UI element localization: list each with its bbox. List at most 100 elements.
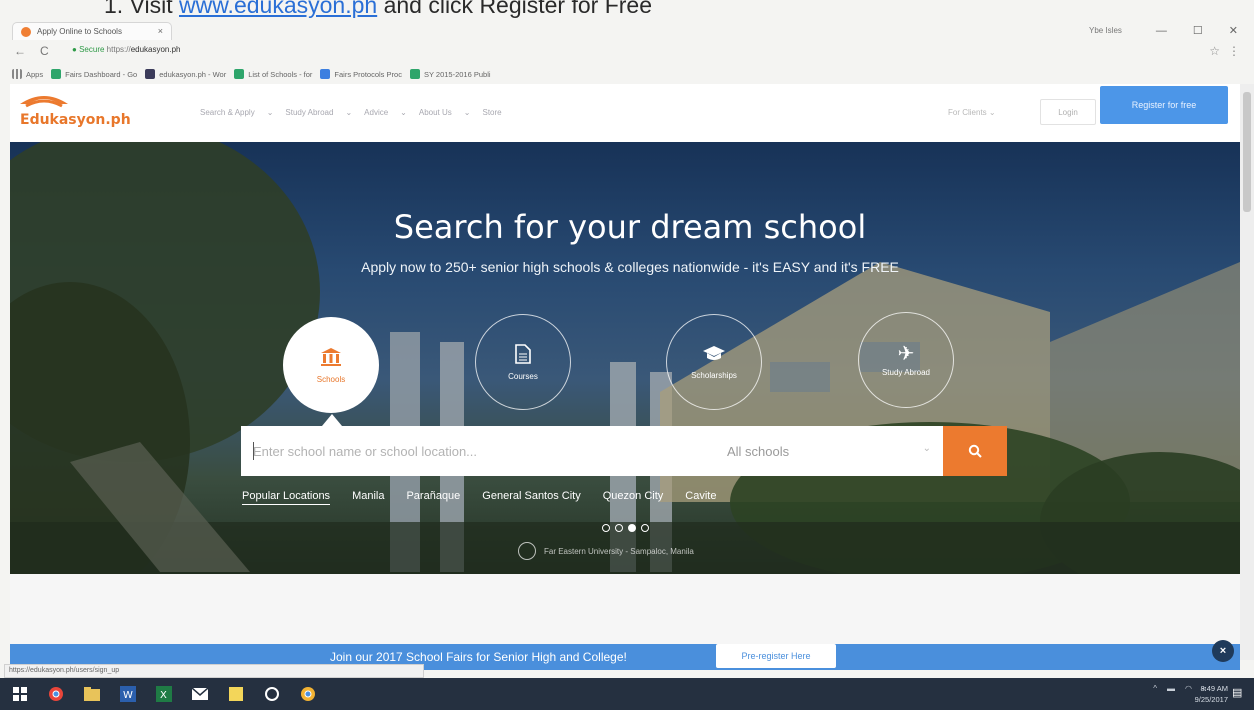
campus-background-image bbox=[10, 142, 1240, 574]
chrome-active-icon[interactable] bbox=[298, 684, 318, 704]
register-button[interactable]: Register for free bbox=[1100, 86, 1228, 124]
apps-grid-icon bbox=[12, 69, 22, 79]
hero-subtitle: Apply now to 250+ senior high schools & … bbox=[361, 259, 899, 275]
bookmark-list-of-schools[interactable]: List of Schools - for bbox=[234, 69, 312, 79]
document-icon bbox=[515, 343, 531, 368]
taskbar-clock[interactable]: 8:49 AM 9/25/2017 bbox=[1195, 683, 1228, 705]
nav-store[interactable]: Store bbox=[482, 108, 501, 117]
notifications-icon[interactable]: ▤ bbox=[1232, 686, 1246, 700]
back-icon[interactable]: ← bbox=[14, 44, 26, 58]
page-content-area bbox=[10, 574, 1240, 644]
nav-study-abroad[interactable]: Study Abroad bbox=[285, 108, 333, 117]
carousel-dot[interactable] bbox=[615, 524, 623, 532]
category-scholarships[interactable]: Scholarships bbox=[666, 314, 762, 410]
popular-locations: Popular Locations Manila Parañaque Gener… bbox=[242, 490, 716, 505]
url-scheme: https:// bbox=[106, 45, 131, 54]
mail-icon[interactable] bbox=[190, 684, 210, 704]
main-nav: Search & Apply ⌄ Study Abroad ⌄ Advice ⌄… bbox=[200, 108, 502, 117]
close-icon[interactable]: × bbox=[1212, 640, 1234, 662]
nav-chevron-icon: ⌄ bbox=[345, 108, 353, 117]
school-search-bar: All schools ⌄ bbox=[241, 426, 943, 476]
category-label: Schools bbox=[316, 374, 346, 384]
menu-kebab-icon[interactable]: ⋮ bbox=[1228, 44, 1240, 58]
minimize-button[interactable]: — bbox=[1156, 25, 1167, 37]
browser-tab[interactable]: Apply Online to Schools × bbox=[12, 22, 172, 40]
graduation-cap-icon bbox=[702, 345, 726, 367]
window-controls: Ybe Isles — ☐ ✕ bbox=[1089, 24, 1238, 38]
promo-text: Join our 2017 School Fairs for Senior Hi… bbox=[330, 650, 627, 664]
chrome-icon[interactable] bbox=[46, 684, 66, 704]
category-schools[interactable]: Schools bbox=[283, 317, 379, 413]
sheets-icon bbox=[409, 69, 420, 79]
carousel-dot-active[interactable] bbox=[628, 524, 636, 532]
location-link-paranaque[interactable]: Parañaque bbox=[406, 490, 460, 505]
school-seal-icon bbox=[518, 542, 536, 560]
school-search-input[interactable] bbox=[253, 426, 693, 476]
bookmark-sy-2015[interactable]: SY 2015-2016 Publi bbox=[409, 69, 491, 79]
logo-text: Edukasyon.ph bbox=[20, 112, 131, 128]
url-host: edukasyon.ph bbox=[130, 45, 181, 54]
excel-icon[interactable]: X bbox=[154, 684, 174, 704]
nav-about-us[interactable]: About Us bbox=[419, 108, 452, 117]
location-link-general-santos[interactable]: General Santos City bbox=[482, 490, 580, 505]
clock-date: 9/25/2017 bbox=[1194, 695, 1228, 704]
slide-caption: Far Eastern University - Sampaloc, Manil… bbox=[518, 542, 694, 560]
location-link-manila[interactable]: Manila bbox=[352, 490, 384, 505]
login-button[interactable]: Login bbox=[1040, 99, 1096, 125]
airplane-icon: ✈ bbox=[897, 342, 915, 365]
carousel-dot[interactable] bbox=[602, 524, 610, 532]
bookmark-label: edukasyon.ph - Wor bbox=[159, 69, 227, 79]
nav-advice[interactable]: Advice bbox=[364, 108, 388, 117]
page-scrollbar[interactable] bbox=[1240, 84, 1254, 660]
instruction-step: 1. Visit www.edukasyon.ph and click Regi… bbox=[104, 0, 652, 19]
word-icon[interactable]: W bbox=[118, 684, 138, 704]
for-clients-dropdown[interactable]: For Clients ⌄ bbox=[948, 108, 996, 117]
profile-name[interactable]: Ybe Isles bbox=[1089, 26, 1122, 35]
battery-icon[interactable]: ▬ bbox=[1167, 684, 1175, 693]
url-field[interactable]: ● Secure https://edukasyon.ph bbox=[72, 45, 181, 54]
scrollbar-thumb[interactable] bbox=[1243, 92, 1251, 212]
nav-chevron-icon: ⌄ bbox=[400, 108, 407, 117]
file-explorer-icon[interactable] bbox=[82, 684, 102, 704]
clock-time: 8:49 AM bbox=[1200, 684, 1228, 693]
favicon-icon bbox=[21, 27, 31, 37]
bookmark-fairs-dashboard[interactable]: Fairs Dashboard - Go bbox=[51, 69, 137, 79]
bookmark-star-icon[interactable]: ☆ bbox=[1209, 44, 1220, 58]
bookmark-fairs-protocols[interactable]: Fairs Protocols Proc bbox=[320, 69, 402, 79]
maximize-button[interactable]: ☐ bbox=[1193, 24, 1203, 37]
bookmark-apps[interactable]: Apps bbox=[12, 69, 43, 79]
instruction-prefix: 1. Visit bbox=[104, 0, 179, 18]
text-cursor bbox=[253, 442, 254, 460]
lock-icon: ● bbox=[72, 45, 77, 54]
app-circle-icon[interactable] bbox=[262, 684, 282, 704]
active-category-pointer bbox=[322, 414, 342, 426]
school-type-select[interactable]: All schools ⌄ bbox=[721, 426, 943, 476]
tray-chevron-icon[interactable]: ^ bbox=[1153, 684, 1157, 693]
svg-text:X: X bbox=[160, 690, 167, 701]
chevron-down-icon: ⌄ bbox=[988, 108, 996, 117]
category-label: Scholarships bbox=[691, 370, 737, 380]
category-study-abroad[interactable]: ✈ Study Abroad bbox=[858, 312, 954, 408]
svg-text:W: W bbox=[123, 690, 133, 701]
search-button[interactable] bbox=[943, 426, 1007, 476]
windows-taskbar: W X ^ ▬ ◠ ◃ 8:49 AM 9/25/2017 ▤ bbox=[0, 678, 1254, 710]
nav-search-apply[interactable]: Search & Apply bbox=[200, 108, 255, 117]
for-clients-label: For Clients bbox=[948, 108, 987, 117]
reload-icon[interactable]: C bbox=[40, 44, 49, 58]
instruction-link[interactable]: www.edukasyon.ph bbox=[179, 0, 377, 18]
location-link-cavite[interactable]: Cavite bbox=[685, 490, 716, 505]
site-icon bbox=[145, 69, 156, 79]
location-link-quezon-city[interactable]: Quezon City bbox=[603, 490, 664, 505]
category-courses[interactable]: Courses bbox=[475, 314, 571, 410]
network-icon[interactable]: ◠ bbox=[1185, 684, 1192, 693]
secure-label: Secure bbox=[79, 45, 105, 54]
windows-start-icon[interactable] bbox=[10, 684, 30, 704]
instruction-suffix: and click Register for Free bbox=[377, 0, 653, 18]
bookmark-edukasyon[interactable]: edukasyon.ph - Wor bbox=[145, 69, 226, 79]
site-logo[interactable]: Edukasyon.ph bbox=[14, 90, 131, 134]
pre-register-button[interactable]: Pre-register Here bbox=[716, 644, 836, 668]
tab-close-icon[interactable]: × bbox=[158, 26, 163, 36]
carousel-dot[interactable] bbox=[641, 524, 649, 532]
sticky-notes-icon[interactable] bbox=[226, 684, 246, 704]
close-window-button[interactable]: ✕ bbox=[1229, 24, 1238, 37]
